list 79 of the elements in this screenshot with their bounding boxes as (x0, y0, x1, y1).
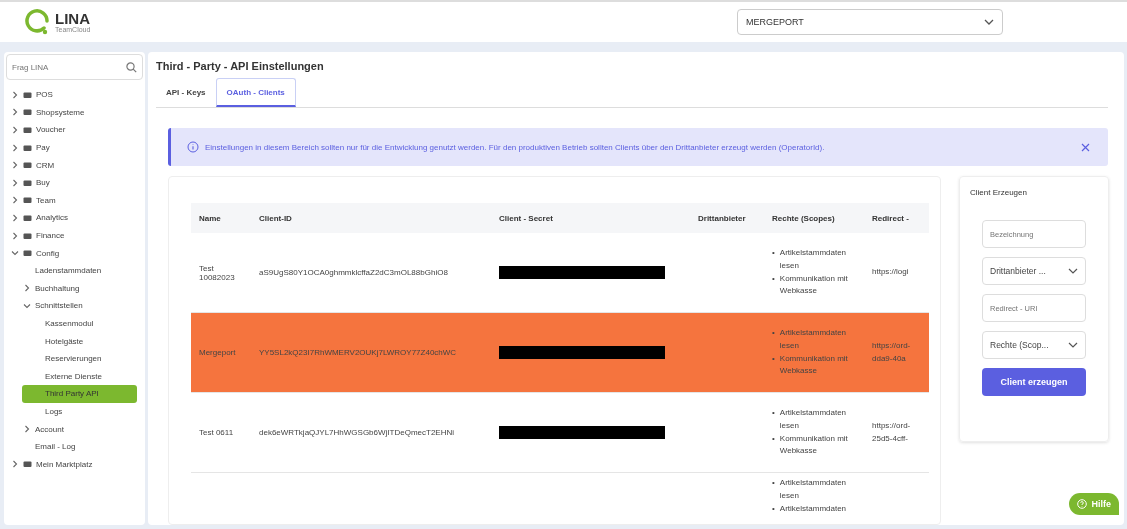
table-cell-text: dda9-40a (872, 352, 907, 365)
column-header: Client-ID (251, 203, 491, 233)
table-cell-text: https://ord- (872, 339, 912, 352)
column-header: Name (191, 203, 251, 233)
column-header: Client - Secret (491, 203, 690, 233)
table-cell-text: Test 0611 (199, 428, 235, 437)
scope-text: Artikelstammdaten (779, 502, 847, 515)
alert-text: Einstellungen in diesem Bereich sollten nur für die Entwicklung genutzt werden. Für den produktiven Betrieb sollten Clients über den Drittanbieter erzeugt werden (OperatorId). (205, 142, 826, 152)
company-select[interactable]: MERGEPORT (737, 9, 1003, 35)
bullet: • (772, 477, 775, 489)
scope-text: Kommunikation mit Webkasse (779, 352, 849, 378)
scope-text: Artikelstammdaten lesen (779, 477, 848, 502)
sidebar-item[interactable]: Team (6, 191, 143, 210)
sidebar-item[interactable]: Finance (6, 226, 143, 245)
sidebar-item[interactable]: Shopsysteme (6, 103, 143, 122)
sidebar-item[interactable]: Reservierungen (22, 349, 137, 368)
sidebar-item[interactable]: CRM (6, 156, 143, 174)
scope-text: Artikelstammdaten lesen (779, 406, 848, 432)
scope-text: Kommunikation mit Webkasse (779, 272, 849, 298)
column-header: Drittanbieter (690, 203, 764, 233)
sidebar-item[interactable]: Buchhaltung (6, 279, 143, 298)
chevron-down-icon (1068, 268, 1078, 274)
scope-text: Artikelstammdaten lesen (779, 326, 848, 352)
logo-name: LINA (55, 11, 91, 26)
table-cell-text: https://logi (872, 266, 910, 279)
sidebar-item[interactable]: Mein Marktplatz (6, 455, 143, 474)
search-field[interactable]: Frag LINA (6, 54, 143, 80)
card-title: Client Erzeugen (970, 188, 1028, 197)
table-cell: dek6eWRTkjaQJYL7HhWGSGb6WjITDeQmecT2EHNi (259, 428, 454, 437)
table-cell-text: Test 10082023 (199, 263, 236, 282)
bullet: • (772, 246, 775, 259)
sidebar-item[interactable]: Kassenmodul (22, 314, 137, 333)
create-client-button[interactable]: Client erzeugen (982, 368, 1086, 396)
table-row[interactable]: • Artikelstammdaten lesen • Artikelstammdaten (191, 472, 929, 524)
bullet: • (772, 352, 775, 365)
chevron-down-icon (1068, 342, 1078, 348)
chevron-down-icon (984, 19, 994, 25)
tab[interactable]: OAuth - Clients (215, 78, 296, 107)
table-row[interactable]: Test 10082023 aS9UgS80Y1OCA0ghmmklcffaZ2dC3mOL88bGhiO8 • Artikelstammdaten lesen • Kommunikation mit Webkasse https://logi (191, 233, 929, 313)
sidebar-item[interactable]: Voucher (6, 121, 143, 139)
sidebar-item[interactable]: Schnittstellen (6, 297, 143, 315)
page-title: Third - Party - API Einstellungen (156, 60, 325, 72)
table-row[interactable]: Test 0611 dek6eWRTkjaQJYL7HhWGSGb6WjITDeQmecT2EHNi • Artikelstammdaten lesen • Kommunikation mit Webkasse https://ord- 25d5-4cff- (191, 392, 929, 473)
table-cell-text: 25d5-4cff- (872, 432, 909, 445)
select-field[interactable]: Rechte (Scop... (982, 331, 1086, 359)
table-cell: aS9UgS80Y1OCA0ghmmklcffaZ2dC3mOL88bGhiO8 (259, 268, 448, 277)
close-icon[interactable] (1081, 142, 1090, 152)
info-icon (187, 141, 199, 153)
bullet: • (772, 502, 775, 515)
table-cell-text: Mergeport (199, 348, 237, 357)
bullet: • (772, 432, 775, 445)
sidebar-item[interactable]: Analytics (6, 209, 143, 227)
help-icon (1077, 499, 1088, 509)
sidebar-item[interactable]: Hotelgäste (22, 332, 137, 350)
sidebar-item[interactable]: Third Party API (22, 385, 137, 403)
table-cell: YY5SL2kQ23I7RhWMERV2OUKj7LWROY77Z40chWC (259, 348, 457, 357)
tab[interactable]: API - Keys (156, 78, 216, 107)
select-field[interactable]: Drittanbieter ... (982, 257, 1086, 285)
sidebar-item[interactable]: Buy (6, 173, 143, 192)
bullet: • (772, 272, 775, 285)
table-row[interactable]: Mergeport YY5SL2kQ23I7RhWMERV2OUKj7LWROY77Z40chWC • Artikelstammdaten lesen • Kommunikation mit Webkasse https://ord- dda9-40a (191, 312, 929, 393)
bullet: • (772, 326, 775, 339)
sidebar-item[interactable]: POS (6, 86, 143, 104)
column-header: Redirect - (864, 203, 929, 233)
column-header: Rechte (Scopes) (764, 203, 864, 233)
search-icon (126, 62, 137, 73)
bullet: • (772, 406, 775, 419)
scope-text: Kommunikation mit Webkasse (779, 432, 849, 458)
sidebar-item[interactable]: Ladenstammdaten (6, 261, 143, 280)
sidebar-item[interactable]: Account (6, 420, 143, 438)
sidebar-item[interactable]: Pay (6, 138, 143, 157)
menu-item-icon (23, 460, 32, 469)
table-cell-text: https://ord- (872, 419, 912, 432)
sidebar-item[interactable]: Config (6, 244, 143, 262)
sidebar-item[interactable]: Logs (22, 402, 137, 421)
sidebar-item[interactable]: Externe Dienste (22, 367, 137, 386)
logo-icon (24, 9, 50, 35)
sidebar-item[interactable]: Email - Log (6, 437, 143, 456)
scope-text: Artikelstammdaten lesen (779, 246, 848, 272)
